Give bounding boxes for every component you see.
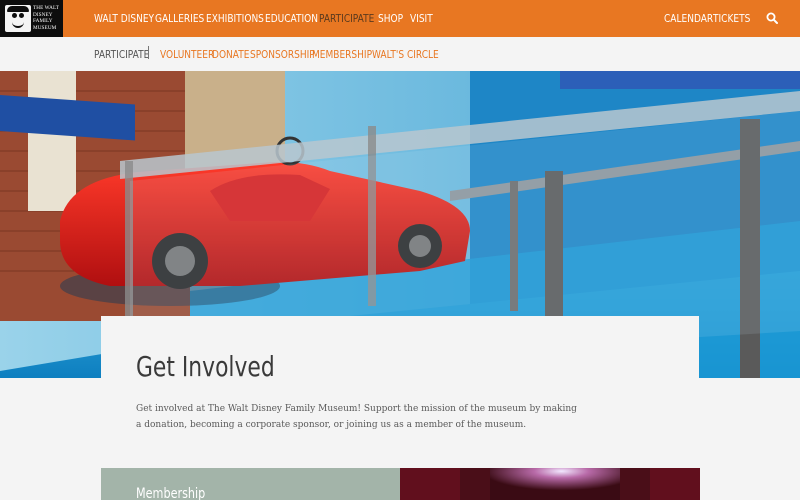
museum-logo[interactable]: THE WALT DISNEY FAMILY MUSEUM: [0, 0, 63, 37]
nav-tickets[interactable]: TICKETS: [713, 12, 750, 25]
nav-education[interactable]: EDUCATION: [265, 12, 318, 25]
subnav-sponsorship[interactable]: SPONSORSHIP: [250, 48, 315, 61]
subnav-donate[interactable]: DONATE: [212, 48, 249, 61]
page-title: Get Involved: [136, 350, 275, 383]
subnav-walts-circle[interactable]: WALT'S CIRCLE: [372, 48, 439, 61]
intro-paragraph: Get involved at The Walt Disney Family M…: [136, 404, 577, 430]
theater-photo-tile[interactable]: [400, 468, 700, 500]
walt-portrait-icon: [5, 5, 31, 32]
logo-wordmark: THE WALT DISNEY FAMILY MUSEUM: [33, 5, 59, 31]
subnav-current-section: PARTICIPATE: [94, 48, 150, 61]
membership-tile-label[interactable]: Membership: [136, 486, 205, 500]
nav-exhibitions[interactable]: EXHIBITIONS: [206, 12, 264, 25]
nav-shop[interactable]: SHOP: [378, 12, 403, 25]
search-icon[interactable]: [766, 12, 778, 24]
nav-participate[interactable]: PARTICIPATE: [319, 12, 374, 25]
nav-walt-disney[interactable]: WALT DISNEY: [94, 12, 154, 25]
nav-visit[interactable]: VISIT: [410, 12, 433, 25]
intro-card: [101, 316, 699, 456]
nav-calendar[interactable]: CALENDAR: [664, 12, 713, 25]
nav-galleries[interactable]: GALLERIES: [155, 12, 204, 25]
theater-photo: [400, 468, 700, 500]
subnav-volunteer[interactable]: VOLUNTEER: [160, 48, 214, 61]
subnav-divider: [148, 46, 149, 59]
top-navigation: THE WALT DISNEY FAMILY MUSEUM WALT DISNE…: [0, 0, 800, 37]
subnav-membership[interactable]: MEMBERSHIP: [312, 48, 372, 61]
